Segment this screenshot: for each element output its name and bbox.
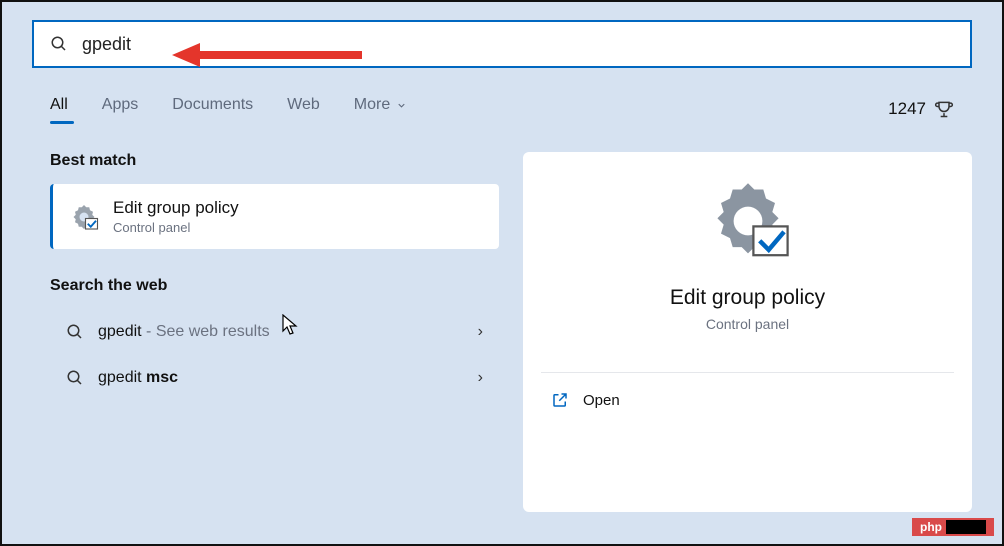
chevron-down-icon <box>396 100 407 111</box>
rewards-points[interactable]: 1247 <box>888 99 954 119</box>
best-match-result[interactable]: Edit group policy Control panel <box>50 184 499 249</box>
search-web-heading: Search the web <box>50 277 499 295</box>
search-box[interactable] <box>32 20 972 68</box>
open-external-icon <box>551 391 569 409</box>
tab-more[interactable]: More <box>354 96 407 122</box>
search-input[interactable] <box>82 34 954 55</box>
preview-panel: Edit group policy Control panel Open <box>523 152 972 512</box>
result-subtitle: Control panel <box>113 220 239 235</box>
trophy-icon <box>934 99 954 119</box>
web-result-text: gpedit - See web results <box>98 323 464 341</box>
web-result-text: gpedit msc <box>98 369 464 387</box>
chevron-right-icon: › <box>478 369 483 387</box>
php-badge: php <box>912 518 994 536</box>
gear-check-icon-large <box>703 176 793 266</box>
tab-all[interactable]: All <box>50 96 68 122</box>
filter-tabs: All Apps Documents Web More 1247 <box>2 68 1002 122</box>
tab-apps[interactable]: Apps <box>102 96 138 122</box>
preview-subtitle: Control panel <box>706 316 789 332</box>
search-icon <box>66 323 84 341</box>
tab-documents[interactable]: Documents <box>172 96 253 122</box>
best-match-heading: Best match <box>50 152 499 170</box>
web-result-gpedit[interactable]: gpedit - See web results › <box>50 309 499 355</box>
search-icon <box>66 369 84 387</box>
tab-web[interactable]: Web <box>287 96 320 122</box>
preview-title: Edit group policy <box>670 286 825 310</box>
gear-check-icon <box>69 202 99 232</box>
result-title: Edit group policy <box>113 198 239 218</box>
chevron-right-icon: › <box>478 323 483 341</box>
open-button[interactable]: Open <box>523 373 972 427</box>
web-result-gpedit-msc[interactable]: gpedit msc › <box>50 355 499 401</box>
search-icon <box>50 35 68 53</box>
